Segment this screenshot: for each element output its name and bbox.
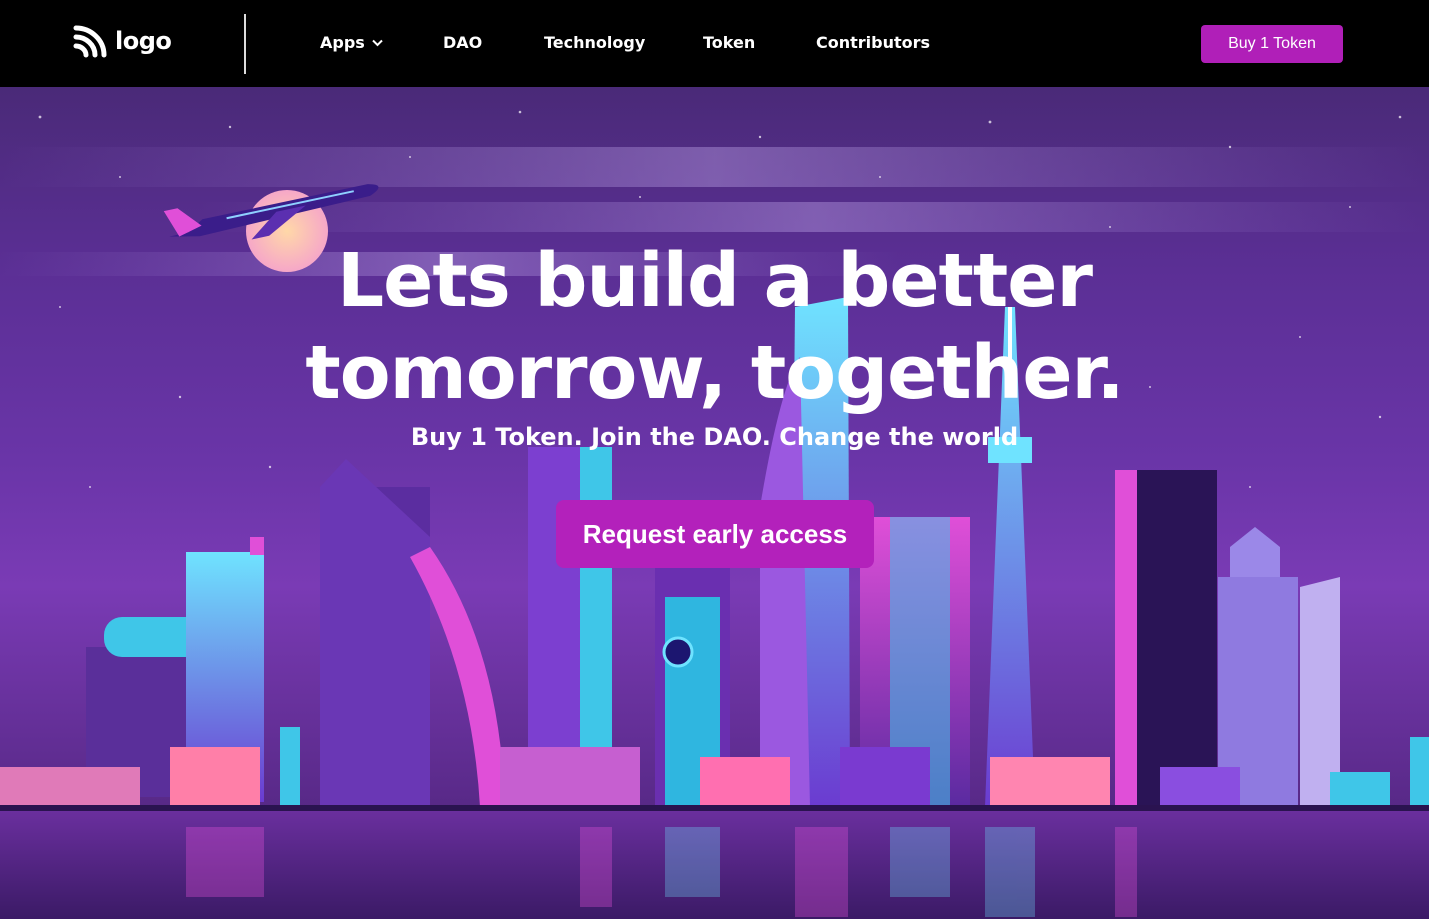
hero-title-line2: tomorrow, together. xyxy=(305,330,1124,416)
nav-item-label: Apps xyxy=(320,33,365,52)
buy-token-button[interactable]: Buy 1 Token xyxy=(1201,25,1343,63)
chevron-down-icon xyxy=(372,39,383,46)
nav-item-technology[interactable]: Technology xyxy=(544,33,645,52)
top-navbar: logo Apps DAO Technology Token Contribut… xyxy=(0,0,1429,87)
logo[interactable]: logo xyxy=(73,24,172,58)
nav-item-label: DAO xyxy=(443,33,483,52)
hero-section: Lets build a better tomorrow, together. … xyxy=(0,87,1429,919)
signal-icon xyxy=(73,25,107,58)
nav-item-label: Technology xyxy=(544,33,646,52)
nav-item-token[interactable]: Token xyxy=(703,33,755,52)
logo-text: logo xyxy=(115,27,172,55)
request-early-access-button[interactable]: Request early access xyxy=(556,500,874,568)
hero-title: Lets build a better tomorrow, together. xyxy=(0,235,1429,419)
nav-item-label: Contributors xyxy=(816,33,931,52)
nav-item-label: Token xyxy=(703,33,756,52)
nav-divider xyxy=(244,14,246,74)
nav-item-apps[interactable]: Apps xyxy=(320,33,383,52)
nav-item-contributors[interactable]: Contributors xyxy=(816,33,930,52)
hero-title-line1: Lets build a better xyxy=(337,238,1093,324)
hero-subtitle: Buy 1 Token. Join the DAO. Change the wo… xyxy=(410,423,1019,451)
nav-item-dao[interactable]: DAO xyxy=(443,33,482,52)
